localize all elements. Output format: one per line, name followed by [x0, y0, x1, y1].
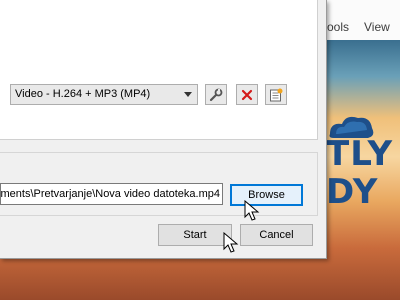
chevron-down-icon: [184, 92, 192, 97]
background-logo-text: TLY DY: [326, 134, 394, 212]
profile-select-value: Video - H.264 + MP3 (MP4): [15, 88, 151, 100]
settings-panel: [0, 0, 318, 140]
convert-dialog: Video - H.264 + MP3 (MP4) ments\Pretvarj…: [0, 0, 327, 259]
delete-profile-button[interactable]: [236, 84, 258, 105]
browse-button[interactable]: Browse: [230, 184, 303, 206]
destination-file-field[interactable]: ments\Pretvarjanje\Nova video datoteka.m…: [0, 183, 223, 205]
new-profile-button[interactable]: [265, 84, 287, 105]
mouse-cursor-icon: [244, 200, 260, 221]
edit-profile-button[interactable]: [205, 84, 227, 105]
profile-select[interactable]: Video - H.264 + MP3 (MP4): [10, 84, 198, 105]
delete-icon: [241, 89, 253, 100]
wrench-icon: [209, 88, 223, 101]
cancel-button[interactable]: Cancel: [240, 224, 313, 246]
new-profile-icon: [270, 88, 283, 101]
menu-item-view[interactable]: View: [364, 20, 390, 34]
start-button[interactable]: Start: [158, 224, 232, 246]
menu-item-tools[interactable]: ools: [327, 20, 349, 34]
destination-file-value: ments\Pretvarjanje\Nova video datoteka.m…: [0, 188, 220, 200]
mouse-cursor-icon: [223, 232, 239, 253]
